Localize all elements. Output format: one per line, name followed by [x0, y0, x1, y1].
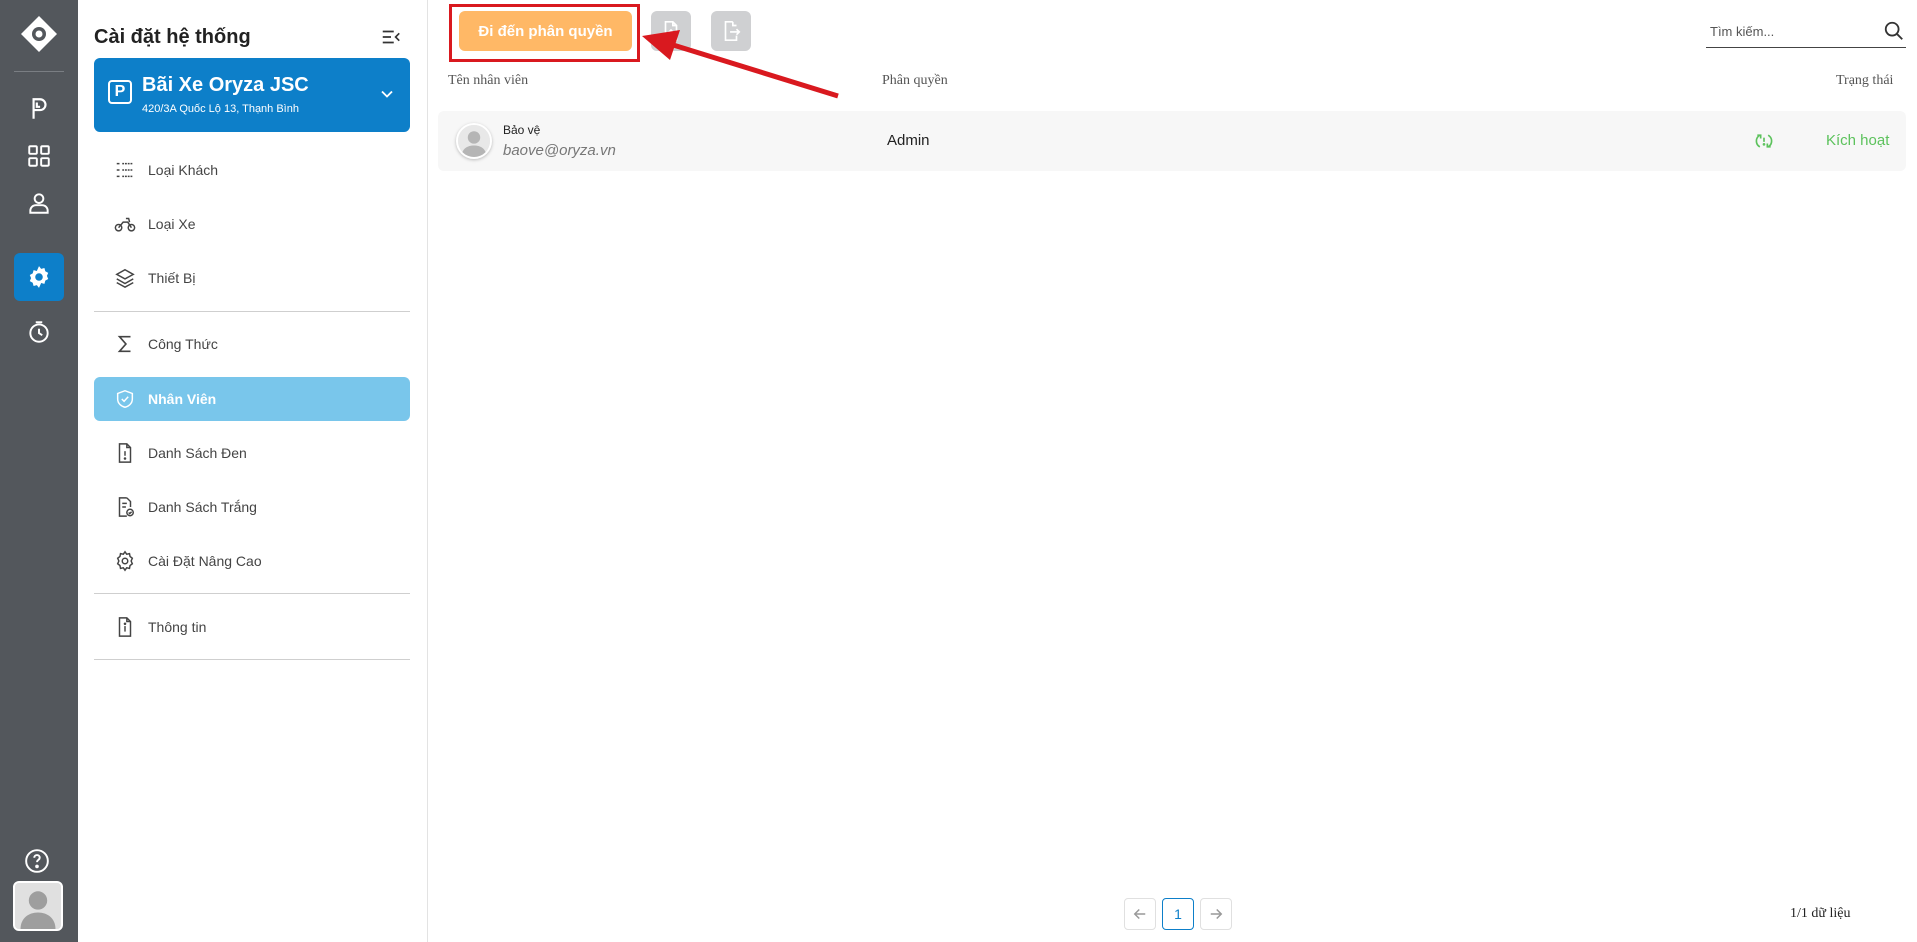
search-input[interactable] — [1710, 22, 1870, 40]
rail-item-dashboard[interactable] — [14, 132, 64, 180]
menu-item-label: Thiết Bị — [148, 270, 196, 286]
menu-item-customer-type[interactable]: Loại Khách — [94, 148, 410, 192]
parking-lot-selector[interactable]: P Bãi Xe Oryza JSC 420/3A Quốc Lộ 13, Th… — [94, 58, 410, 132]
rail-item-parking[interactable] — [14, 85, 64, 133]
menu-item-blacklist[interactable]: Danh Sách Đen — [94, 431, 410, 475]
employee-avatar — [456, 123, 492, 159]
current-user-avatar[interactable] — [13, 881, 63, 931]
file-check-icon — [118, 497, 134, 517]
motorbike-icon — [114, 217, 136, 232]
avatar-placeholder-icon — [15, 883, 61, 929]
annotation-arrow — [642, 30, 839, 99]
menu-item-advanced-settings[interactable]: Cài Đặt Nâng Cao — [94, 539, 410, 583]
parking-lot-address: 420/3A Quốc Lộ 13, Thạnh Bình — [142, 103, 299, 115]
menu-divider — [94, 311, 410, 312]
arrow-left-icon — [1133, 908, 1146, 920]
app-rail — [0, 0, 78, 942]
layers-icon — [115, 268, 135, 289]
menu-item-whitelist[interactable]: Danh Sách Trắng — [94, 485, 410, 529]
sigma-icon — [117, 335, 131, 353]
record-count: 1/1 dữ liệu — [1790, 906, 1851, 921]
employee-name: Bảo vệ — [503, 123, 541, 137]
table-row[interactable]: Bảo vệ baove@oryza.vn Admin Kích hoạt — [438, 111, 1906, 171]
menu-item-label: Danh Sách Đen — [148, 445, 247, 461]
page-number-current[interactable]: 1 — [1162, 898, 1194, 930]
menu-item-vehicle-type[interactable]: Loại Xe — [94, 202, 410, 246]
menu-divider — [94, 659, 410, 660]
search-box[interactable] — [1706, 14, 1906, 48]
user-icon — [29, 193, 49, 214]
gear-icon — [116, 550, 134, 572]
app-logo-icon[interactable] — [19, 14, 59, 54]
chevron-down-icon — [381, 90, 393, 98]
parking-lot-badge: P — [108, 80, 132, 104]
file-info-icon — [118, 617, 132, 637]
parking-icon — [32, 98, 47, 119]
previous-page-button[interactable] — [1124, 898, 1156, 930]
panel-title: Cài đặt hệ thống — [94, 26, 251, 48]
timer-icon — [29, 321, 49, 343]
settings-panel: Cài đặt hệ thống P Bãi Xe Oryza JSC 420/… — [78, 0, 428, 942]
collapse-menu-icon[interactable] — [380, 26, 402, 48]
menu-item-devices[interactable]: Thiết Bị — [94, 256, 410, 300]
rail-item-history[interactable] — [14, 308, 64, 356]
arrow-right-icon — [1210, 908, 1223, 920]
employee-email: baove@oryza.vn — [503, 142, 616, 159]
grid-icon — [28, 145, 50, 167]
menu-item-info[interactable]: Thông tin — [94, 605, 410, 649]
menu-item-label: Thông tin — [148, 619, 207, 635]
column-header-status: Trạng thái — [1836, 73, 1894, 88]
menu-item-label: Công Thức — [148, 336, 218, 352]
menu-divider — [94, 593, 410, 594]
file-alert-icon — [118, 443, 132, 463]
status-sync-icon[interactable] — [1754, 131, 1774, 151]
column-header-role: Phân quyền — [882, 73, 948, 88]
next-page-button[interactable] — [1200, 898, 1232, 930]
menu-item-label: Cài Đặt Nâng Cao — [148, 553, 262, 569]
employee-role: Admin — [887, 132, 930, 149]
rail-item-users[interactable] — [14, 179, 64, 227]
search-icon[interactable] — [1883, 20, 1905, 42]
column-header-name: Tên nhân viên — [448, 73, 529, 88]
menu-item-label: Loại Khách — [148, 162, 219, 178]
customer-type-icon — [116, 162, 134, 178]
rail-item-settings[interactable] — [14, 253, 64, 301]
menu-item-label: Danh Sách Trắng — [148, 499, 257, 515]
settings-gear-icon — [29, 266, 49, 288]
menu-item-label: Nhân Viên — [148, 391, 217, 407]
menu-item-label: Loại Xe — [148, 216, 196, 232]
parking-lot-name: Bãi Xe Oryza JSC — [142, 74, 309, 96]
employee-status: Kích hoạt — [1826, 132, 1890, 149]
rail-divider — [14, 71, 64, 72]
avatar-placeholder-icon — [458, 125, 490, 157]
menu-item-formula[interactable]: Công Thức — [94, 322, 410, 366]
go-to-permissions-button[interactable]: Đi đến phân quyền — [459, 11, 632, 51]
shield-check-icon — [116, 389, 134, 409]
help-icon[interactable] — [24, 848, 50, 874]
menu-item-staff[interactable]: Nhân Viên — [94, 377, 410, 421]
